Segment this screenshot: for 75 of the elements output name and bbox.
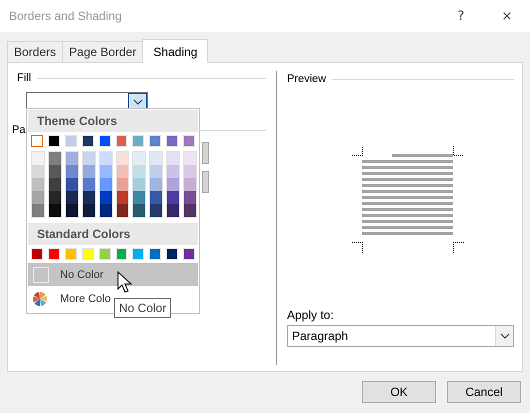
color-swatch[interactable] bbox=[32, 178, 44, 191]
color-swatch[interactable] bbox=[150, 191, 162, 204]
color-swatch[interactable] bbox=[150, 152, 162, 165]
preview-label: Preview bbox=[287, 73, 326, 85]
menu-section-header: Theme Colors bbox=[28, 110, 198, 132]
mouse-pointer-icon bbox=[117, 271, 133, 295]
color-swatch[interactable] bbox=[66, 152, 78, 165]
color-swatch[interactable] bbox=[116, 152, 128, 165]
color-swatch[interactable] bbox=[48, 165, 61, 178]
color-swatch[interactable] bbox=[48, 152, 61, 165]
color-swatch[interactable] bbox=[66, 178, 78, 191]
color-swatch[interactable] bbox=[150, 178, 162, 191]
color-swatch[interactable] bbox=[167, 204, 180, 217]
color-swatch[interactable] bbox=[184, 165, 196, 178]
color-swatch[interactable] bbox=[82, 165, 95, 178]
apply-to-label: Apply to: bbox=[287, 308, 335, 322]
color-swatch[interactable] bbox=[184, 178, 196, 191]
color-swatch[interactable] bbox=[116, 178, 128, 191]
control-edge bbox=[202, 171, 209, 193]
color-swatch[interactable] bbox=[133, 204, 146, 217]
color-swatch[interactable] bbox=[100, 191, 112, 204]
color-swatch[interactable] bbox=[82, 191, 95, 204]
window-title: Borders and Shading bbox=[8, 9, 123, 23]
more-colors-item[interactable]: More Colo bbox=[28, 287, 112, 310]
color-swatch[interactable] bbox=[167, 152, 180, 165]
color-swatch[interactable] bbox=[116, 165, 128, 178]
color-wheel-icon bbox=[32, 290, 48, 306]
color-swatch[interactable] bbox=[184, 191, 196, 204]
color-swatch[interactable] bbox=[32, 165, 44, 178]
help-button[interactable]: ? bbox=[438, 0, 484, 32]
control-edge bbox=[202, 142, 209, 164]
color-swatch[interactable] bbox=[133, 191, 146, 204]
apply-to-dropdown[interactable]: Paragraph bbox=[287, 325, 514, 347]
color-swatch[interactable] bbox=[167, 165, 180, 178]
color-swatch[interactable] bbox=[167, 178, 180, 191]
color-swatch[interactable] bbox=[82, 178, 95, 191]
color-swatch[interactable] bbox=[133, 165, 146, 178]
tooltip: No Color bbox=[114, 298, 172, 318]
color-swatch[interactable] bbox=[32, 204, 44, 217]
color-swatch[interactable] bbox=[100, 152, 112, 165]
tab[interactable]: Borders bbox=[7, 41, 64, 62]
color-swatch[interactable] bbox=[184, 204, 196, 217]
color-swatch[interactable] bbox=[32, 191, 44, 204]
color-swatch[interactable] bbox=[48, 204, 61, 217]
color-swatch[interactable] bbox=[48, 178, 61, 191]
color-swatch[interactable] bbox=[133, 152, 146, 165]
color-swatch[interactable] bbox=[133, 178, 146, 191]
empty-swatch-icon bbox=[33, 266, 49, 282]
color-swatch[interactable] bbox=[116, 191, 128, 204]
color-swatch[interactable] bbox=[100, 204, 112, 217]
color-swatch[interactable] bbox=[66, 191, 78, 204]
color-swatch[interactable] bbox=[31, 135, 43, 147]
close-button[interactable]: × bbox=[484, 0, 530, 32]
color-swatch[interactable] bbox=[150, 165, 162, 178]
color-swatch[interactable] bbox=[48, 191, 61, 204]
dialog-button[interactable]: Cancel bbox=[447, 381, 521, 403]
color-swatch[interactable] bbox=[100, 178, 112, 191]
tab[interactable]: Shading bbox=[142, 39, 208, 63]
section-label: Pa bbox=[12, 124, 26, 136]
color-swatch[interactable] bbox=[184, 152, 196, 165]
color-swatch[interactable] bbox=[150, 204, 162, 217]
no-color-item[interactable]: No Color bbox=[28, 263, 198, 286]
chevron-icon bbox=[498, 331, 512, 341]
color-swatch[interactable] bbox=[82, 152, 95, 165]
color-swatch[interactable] bbox=[100, 165, 112, 178]
chevron-icon bbox=[130, 96, 144, 106]
color-swatch[interactable] bbox=[66, 165, 78, 178]
menu-section-header: Standard Colors bbox=[28, 223, 198, 245]
color-swatch[interactable] bbox=[32, 152, 44, 165]
color-swatch[interactable] bbox=[66, 204, 78, 217]
color-swatch[interactable] bbox=[82, 204, 95, 217]
fill-label: Fill bbox=[17, 72, 32, 84]
color-swatch[interactable] bbox=[116, 204, 128, 217]
dialog-button[interactable]: OK bbox=[362, 381, 436, 403]
color-swatch[interactable] bbox=[167, 191, 180, 204]
